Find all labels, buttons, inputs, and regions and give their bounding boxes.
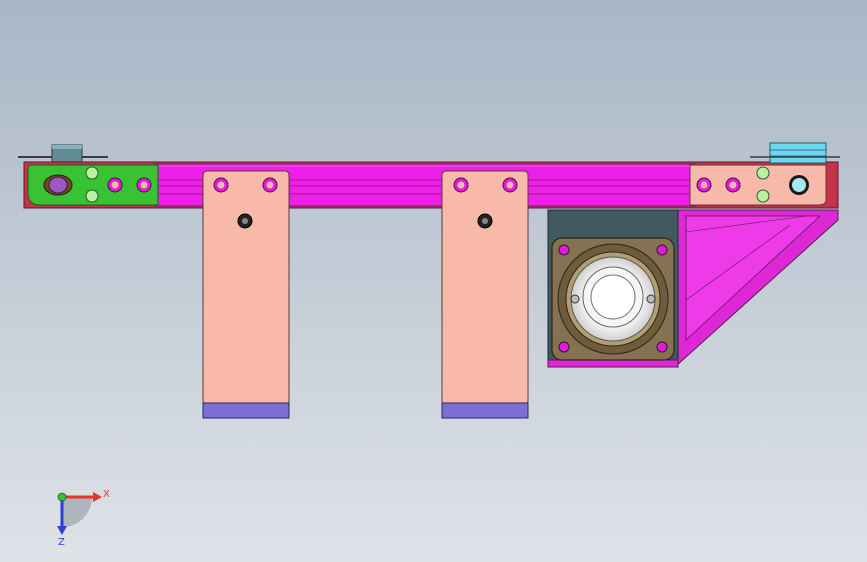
cad-drawing: X Z — [0, 0, 867, 562]
motor-assembly[interactable] — [547, 209, 679, 368]
left-rod-block-cap — [52, 145, 82, 149]
motor-base — [547, 359, 679, 368]
motor-corner-hole-br — [656, 341, 668, 353]
leg-foot — [441, 402, 529, 419]
z-axis-label: Z — [58, 537, 65, 548]
support-leg-right[interactable] — [441, 170, 529, 419]
leg-center-hole-inner — [482, 218, 488, 224]
motor-screw-left — [570, 294, 580, 304]
right-light-hole-bottom — [756, 189, 770, 203]
motor-corner-hole-bl — [558, 341, 570, 353]
x-axis-label: X — [103, 489, 110, 500]
bolt-hole-2-inner — [140, 181, 148, 189]
leg-foot — [202, 402, 290, 419]
right-bolt-hole-2-inner — [729, 181, 737, 189]
motor-shaft — [590, 274, 636, 320]
leg-bolt-1-inner — [217, 181, 225, 189]
slot-hole-inner — [48, 176, 68, 194]
leg-plate — [202, 170, 290, 406]
motor-corner-hole-tl — [558, 244, 570, 256]
leg-bolt-2-inner — [266, 181, 274, 189]
cyan-tensioner — [769, 142, 827, 164]
leg-bolt-1-inner — [457, 181, 465, 189]
motor-corner-hole-tr — [656, 244, 668, 256]
y-axis-dot — [57, 492, 67, 502]
light-hole-top — [85, 166, 99, 180]
leg-bolt-2-inner — [506, 181, 514, 189]
right-light-hole-top — [756, 166, 770, 180]
light-hole-bottom — [85, 189, 99, 203]
leg-plate — [441, 170, 529, 406]
shaft-hole-inner — [792, 178, 806, 192]
motor-screw-right — [646, 294, 656, 304]
support-leg-left[interactable] — [202, 170, 290, 419]
right-bolt-hole-1-inner — [700, 181, 708, 189]
left-end-block[interactable] — [27, 164, 159, 206]
leg-center-hole-inner — [242, 218, 248, 224]
bolt-hole-1-inner — [111, 181, 119, 189]
cad-viewport[interactable]: X Z — [0, 0, 867, 562]
